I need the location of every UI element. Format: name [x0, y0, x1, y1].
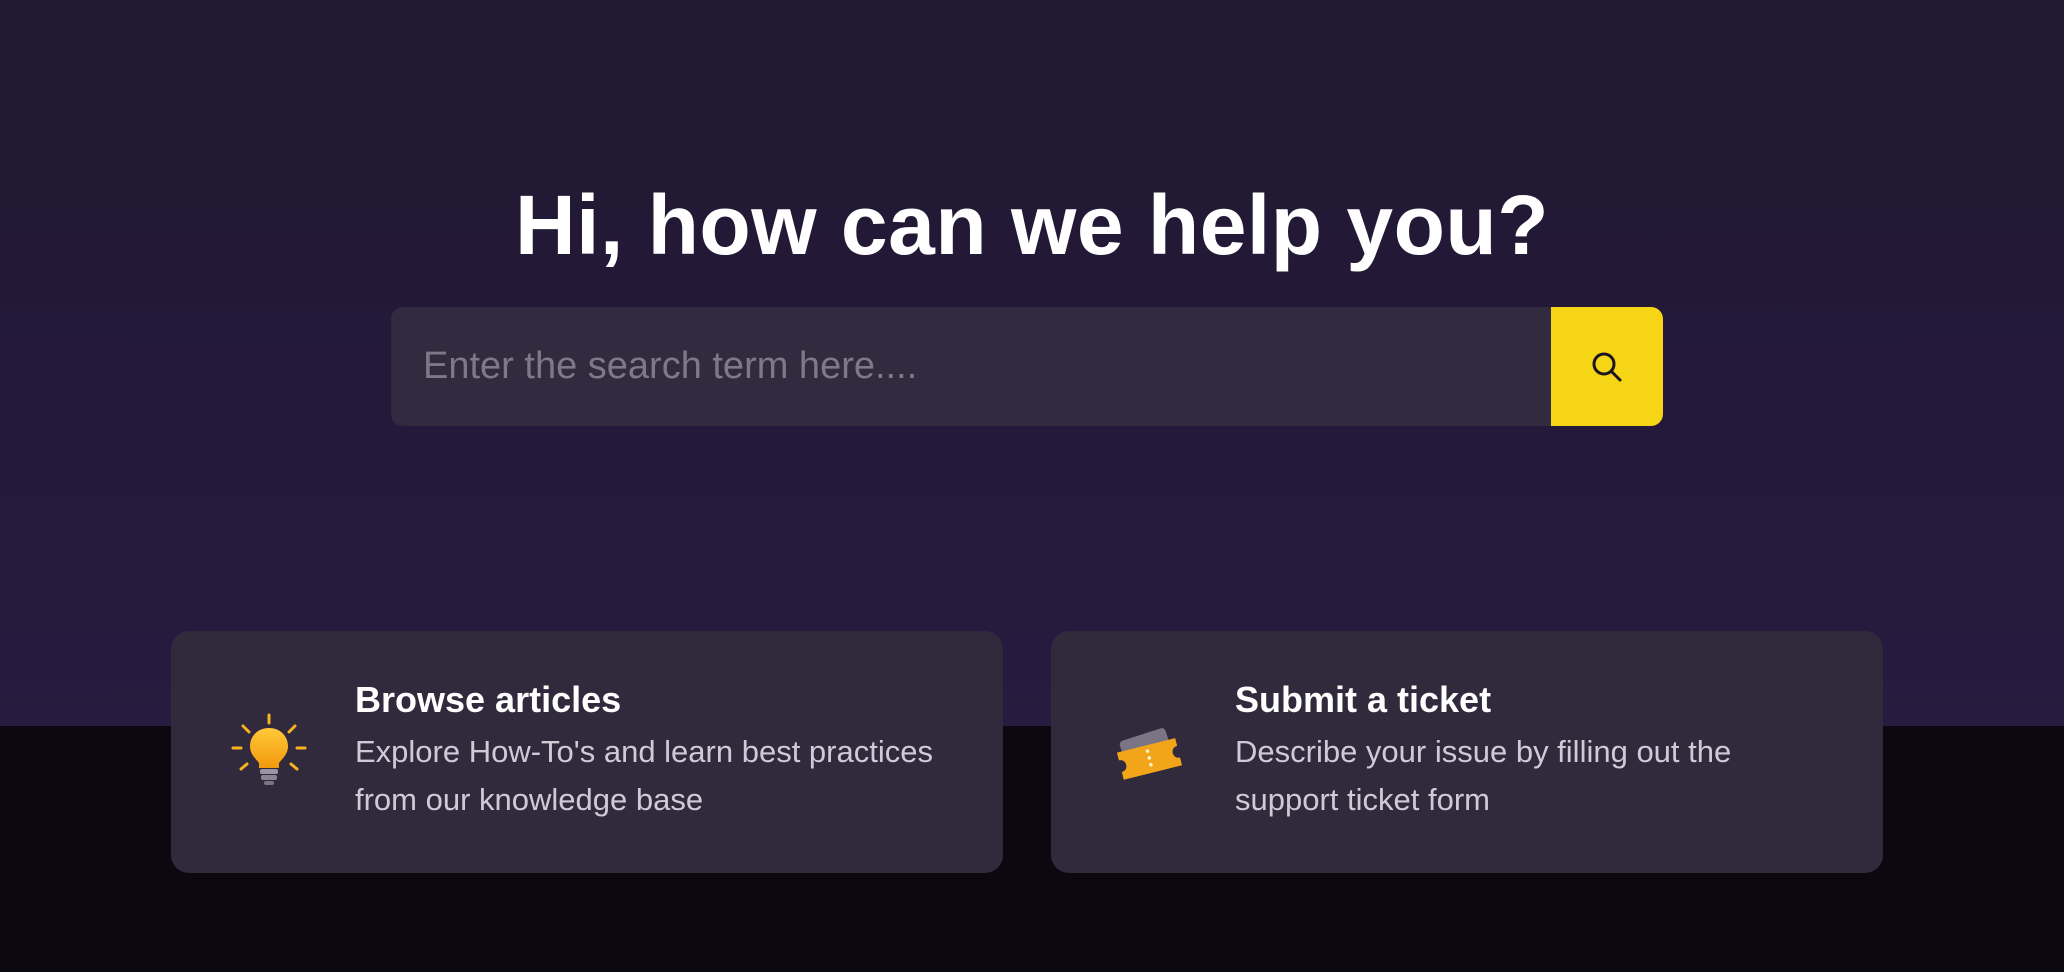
ticket-icon — [1109, 711, 1189, 791]
card-title: Browse articles — [355, 679, 622, 720]
page-title: Hi, how can we help you? — [514, 178, 1550, 272]
card-description: Describe your issue by filling out the s… — [1235, 734, 1732, 817]
search-button[interactable] — [1551, 307, 1663, 426]
submit-ticket-card[interactable]: Submit a ticket Describe your issue by f… — [1051, 631, 1883, 873]
search-icon — [1589, 349, 1625, 385]
browse-articles-card[interactable]: Browse articles Explore How-To's and lea… — [171, 631, 1003, 873]
search-input[interactable] — [391, 307, 1551, 426]
lightbulb-icon — [229, 711, 309, 791]
search-bar — [391, 307, 1663, 426]
card-description: Explore How-To's and learn best practice… — [355, 734, 933, 817]
card-title: Submit a ticket — [1235, 679, 1492, 720]
